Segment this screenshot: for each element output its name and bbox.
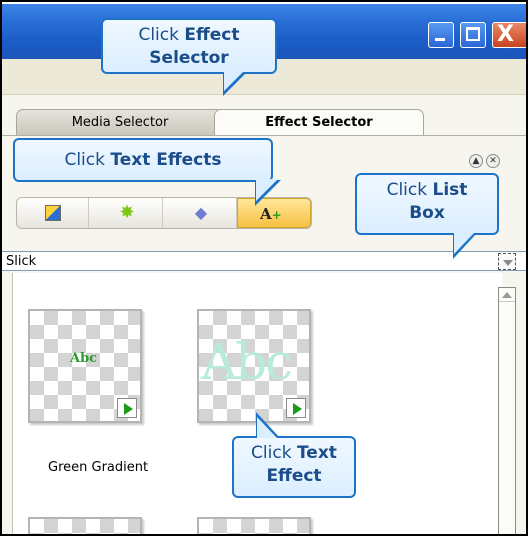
layers-icon: ◆: [194, 203, 208, 222]
text-effect-icon-plus: +: [271, 208, 282, 222]
scroll-up-button[interactable]: [499, 288, 515, 302]
screenshot-frame: X Media Selector Effect Selector ▲ ✕ ✸ ◆…: [0, 0, 528, 536]
tab-media-selector[interactable]: Media Selector: [16, 109, 224, 136]
tab-strip: Media Selector Effect Selector: [2, 109, 526, 136]
callout-effect-selector: Click Effect Selector: [101, 18, 277, 96]
close-icon: X: [497, 22, 514, 47]
minimize-button[interactable]: [428, 22, 454, 48]
tab-effect-selector[interactable]: Effect Selector: [214, 109, 424, 136]
callout-bold-text: Selector: [149, 48, 229, 68]
callout-bold-text: Effect: [184, 25, 240, 45]
preview-play-button[interactable]: [286, 398, 306, 418]
vertical-scrollbar[interactable]: [498, 287, 516, 534]
callout-bold-text: Text Effects: [110, 150, 222, 170]
chevron-down-icon: [503, 260, 513, 266]
effect-thumbnail-3[interactable]: [28, 517, 142, 534]
play-icon: [124, 403, 133, 415]
callout-text: Click: [386, 180, 433, 200]
chevron-up-icon: [502, 292, 512, 298]
preview-play-button[interactable]: [117, 398, 137, 418]
callout-bold-text: List: [432, 180, 468, 200]
callout-text: Click: [251, 443, 297, 463]
maximize-icon: [466, 27, 480, 41]
callout-pointer-fill: [256, 179, 278, 201]
callout-pointer-fill: [454, 233, 474, 254]
text-effect-icon-glyph: A: [260, 205, 272, 223]
minimize-icon: [435, 38, 445, 41]
starburst-effect-icon: ✸: [119, 202, 135, 223]
callout-bold-text: Box: [409, 203, 445, 223]
callout-text-effect: Click Text Effect: [232, 412, 356, 498]
effect-thumbnail-2[interactable]: Abc: [197, 309, 311, 423]
callout-text-effects: Click Text Effects: [13, 138, 281, 206]
category-transitions-button[interactable]: [17, 198, 89, 228]
callout-list-box: Click List Box: [355, 173, 499, 259]
close-button[interactable]: X: [492, 22, 526, 48]
text-effect-icon: A+: [260, 206, 286, 222]
callout-bold-text: Text: [296, 443, 337, 463]
category-effects-button[interactable]: ✸: [91, 198, 163, 228]
callout-pointer-fill: [224, 71, 244, 91]
effect-list-box[interactable]: Slick: [2, 251, 526, 271]
close-panel-icon[interactable]: ✕: [486, 154, 500, 168]
collapse-icon[interactable]: ▲: [469, 154, 483, 168]
category-overlays-button[interactable]: ◆: [165, 198, 237, 228]
dropdown-arrow-button[interactable]: [498, 253, 516, 270]
callout-pointer-fill: [257, 417, 277, 438]
transition-icon: [45, 205, 61, 221]
effect-list-box-value: Slick: [6, 254, 37, 269]
maximize-button[interactable]: [460, 22, 486, 48]
callout-text: Click: [64, 150, 111, 170]
thumbnail-sample-text: Abc: [201, 333, 293, 391]
effect-thumbnail-4[interactable]: [197, 517, 311, 534]
thumbnail-caption: Green Gradient: [48, 460, 149, 475]
callout-text: Click: [138, 25, 185, 45]
callout-bold-text: Effect: [266, 466, 322, 486]
thumbnail-sample-text: Abc: [70, 351, 98, 366]
play-icon: [293, 403, 302, 415]
effect-thumbnail-green-gradient[interactable]: Abc: [28, 309, 142, 423]
